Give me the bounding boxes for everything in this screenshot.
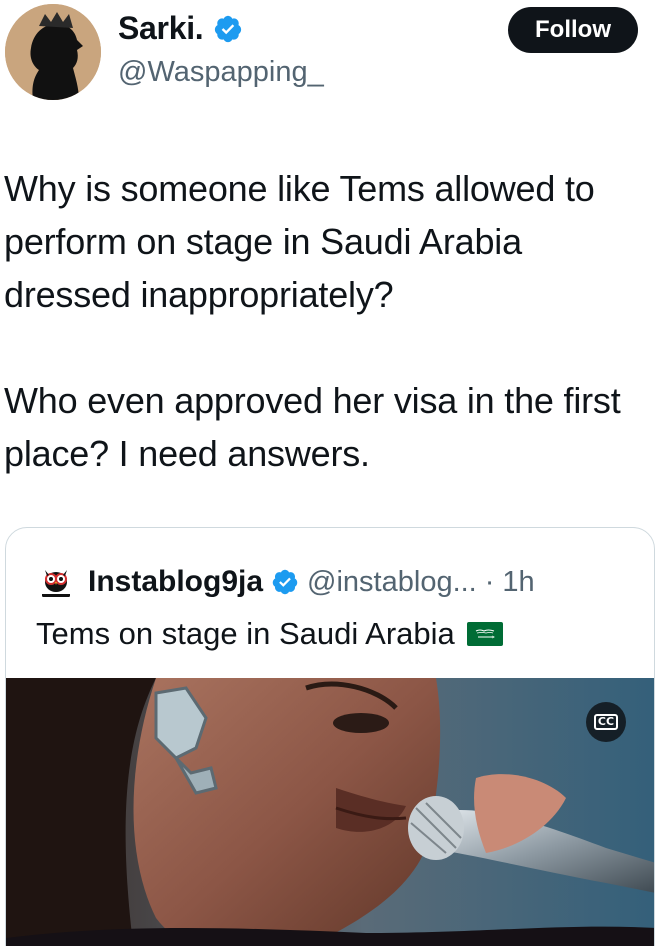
tweet-text: Why is someone like Tems allowed to perf… — [4, 162, 654, 480]
separator-dot: · — [484, 565, 495, 598]
tweet-header: Sarki. @Waspapping_ Follow — [0, 0, 661, 110]
video-frame — [6, 678, 654, 946]
follow-button[interactable]: Follow — [508, 7, 638, 53]
quoted-tweet-text-row: Tems on stage in Saudi Arabia — [36, 616, 503, 652]
verified-badge-icon — [272, 569, 298, 595]
saudi-arabia-flag-icon — [466, 622, 503, 646]
author-name-row: Sarki. — [118, 10, 243, 47]
tweet-paragraph: Why is someone like Tems allowed to perf… — [4, 168, 595, 315]
quoted-tweet-card[interactable]: Instablog9ja @instablog... · 1h Tems on … — [5, 527, 655, 946]
closed-captions-button[interactable]: CC — [586, 702, 626, 742]
quoted-author-handle[interactable]: @instablog... — [307, 566, 477, 599]
author-handle[interactable]: @Waspapping_ — [118, 56, 324, 89]
silhouette-avatar-icon — [5, 4, 101, 100]
quoted-tweet-text: Tems on stage in Saudi Arabia — [36, 616, 455, 651]
quoted-author-avatar[interactable] — [36, 562, 76, 602]
quoted-tweet-time[interactable]: 1h — [502, 566, 534, 599]
verified-badge-icon — [215, 15, 242, 42]
author-avatar[interactable] — [5, 4, 101, 100]
tweet-paragraph: Who even approved her visa in the first … — [4, 380, 621, 474]
author-display-name[interactable]: Sarki. — [118, 10, 204, 47]
video-player[interactable]: CC — [6, 678, 654, 946]
quoted-author-name[interactable]: Instablog9ja — [88, 565, 263, 599]
cc-icon: CC — [593, 714, 619, 730]
quoted-tweet-header: Instablog9ja @instablog... · 1h — [36, 562, 535, 602]
owl-logo-icon — [36, 562, 76, 602]
